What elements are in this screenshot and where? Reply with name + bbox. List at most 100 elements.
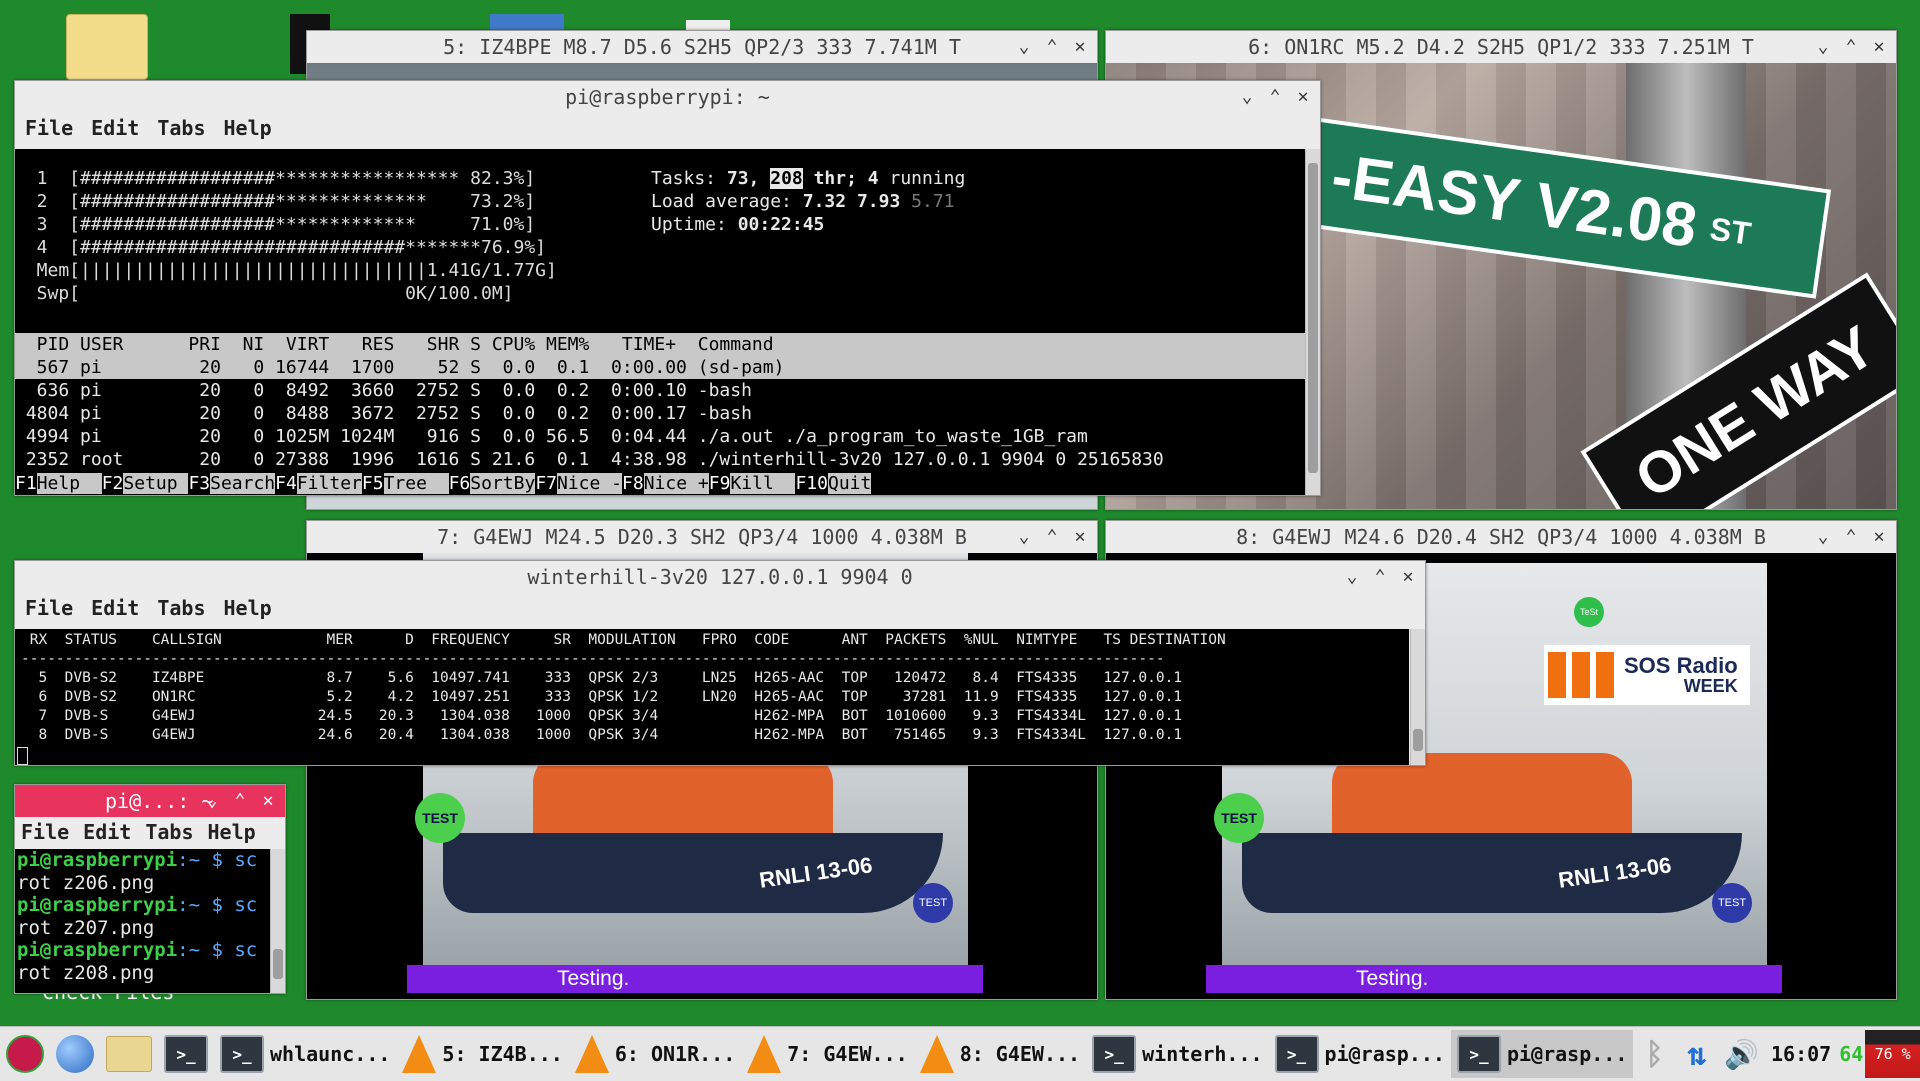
video-window-7-titlebar[interactable]: 7: G4EWJ M24.5 D20.3 SH2 QP3/4 1000 4.03… <box>307 521 1097 553</box>
menu-file[interactable]: File <box>21 820 69 844</box>
video-window-5-title: 5: IZ4BPE M8.7 D5.6 S2H5 QP2/3 333 7.741… <box>443 35 961 59</box>
file-manager-icon[interactable] <box>100 1030 158 1078</box>
fkey-f3[interactable]: F3Search <box>188 472 276 495</box>
menu-edit[interactable]: Edit <box>91 116 139 140</box>
winterhill-scrollbar-thumb[interactable] <box>1413 729 1423 751</box>
close-icon[interactable]: ✕ <box>1292 85 1314 107</box>
chevron-down-icon[interactable]: ⌄ <box>1812 525 1834 547</box>
fkey-f4[interactable]: F4Filter <box>275 472 362 495</box>
small-terminal-scrollbar[interactable] <box>270 849 285 993</box>
video-8-badge-text: TEST <box>1221 810 1257 826</box>
fkey-f9[interactable]: F9Kill <box>709 472 796 495</box>
winterhill-titlebar[interactable]: winterhill-3v20 127.0.0.1 9904 0 ⌄ ⌃ ✕ <box>15 561 1425 593</box>
htop-terminal-window[interactable]: pi@raspberrypi: ~ ⌄ ⌃ ✕ File Edit Tabs H… <box>14 80 1321 496</box>
fkey-f1[interactable]: F1Help <box>15 472 102 495</box>
video-window-5-titlebar[interactable]: 5: IZ4BPE M8.7 D5.6 S2H5 QP2/3 333 7.741… <box>307 31 1097 63</box>
chevron-up-icon[interactable]: ⌃ <box>1369 565 1391 587</box>
close-icon[interactable]: ✕ <box>1069 525 1091 547</box>
taskbar-item-vlc-8[interactable]: 8: G4EW... <box>914 1030 1086 1078</box>
fkey-f10[interactable]: F10Quit <box>795 472 872 495</box>
htop-scrollbar-thumb[interactable] <box>1308 163 1318 473</box>
menu-file[interactable]: File <box>25 116 73 140</box>
taskbar-item-pi-1[interactable]: >_ pi@rasp... <box>1269 1030 1451 1078</box>
volume-icon[interactable]: 🔊 <box>1718 1030 1765 1078</box>
taskbar-item-vlc-7[interactable]: 7: G4EW... <box>741 1030 913 1078</box>
cpu-meter-3: 3 [##################************* 71.0%… <box>15 214 536 235</box>
small-terminal-scrollbar-thumb[interactable] <box>273 949 283 979</box>
desktop-folder-icon[interactable] <box>66 14 148 80</box>
taskbar-item-vlc-5[interactable]: 5: IZ4B... <box>396 1030 568 1078</box>
menu-help[interactable]: Help <box>224 596 272 620</box>
menu-file[interactable]: File <box>25 596 73 620</box>
clock[interactable]: 16:07 <box>1765 1030 1837 1078</box>
chevron-up-icon[interactable]: ⌃ <box>1264 85 1286 107</box>
video-7-caption: Testing. <box>557 967 630 990</box>
chevron-down-icon[interactable]: ⌄ <box>201 789 223 811</box>
video-window-8-titlebar[interactable]: 8: G4EWJ M24.6 D20.4 SH2 QP3/4 1000 4.03… <box>1106 521 1896 553</box>
video-window-6-titlebar[interactable]: 6: ON1RC M5.2 D4.2 S2H5 QP1/2 333 7.251M… <box>1106 31 1896 63</box>
close-icon[interactable]: ✕ <box>1397 565 1419 587</box>
process-row[interactable]: 636 pi 20 0 8492 3660 2752 S 0.0 0.2 0:0… <box>15 379 1305 402</box>
chevron-up-icon[interactable]: ⌃ <box>1041 35 1063 57</box>
uptime-line: Uptime: 00:22:45 <box>651 213 965 236</box>
fkey-f8[interactable]: F8Nice + <box>622 472 709 495</box>
process-row[interactable]: 4804 pi 20 0 8488 3672 2752 S 0.0 0.2 0:… <box>15 402 1305 425</box>
web-browser-icon[interactable] <box>50 1030 100 1078</box>
fkey-f7[interactable]: F7Nice - <box>535 472 623 495</box>
chevron-up-icon[interactable]: ⌃ <box>229 789 251 811</box>
htop-window-title: pi@raspberrypi: ~ <box>565 85 770 109</box>
chevron-down-icon[interactable]: ⌄ <box>1341 565 1363 587</box>
fkey-f5[interactable]: F5Tree <box>362 472 449 495</box>
cpu-usage-graph[interactable]: 76 % <box>1865 1030 1920 1078</box>
menu-edit[interactable]: Edit <box>91 596 139 620</box>
chevron-up-icon[interactable]: ⌃ <box>1840 35 1862 57</box>
video-8-boat-hull: RNLI 13-06 <box>1242 833 1742 913</box>
menu-help[interactable]: Help <box>224 116 272 140</box>
menu-tabs[interactable]: Tabs <box>157 116 205 140</box>
chevron-down-icon[interactable]: ⌄ <box>1013 35 1035 57</box>
taskbar-item-pi-2[interactable]: >_ pi@rasp... <box>1450 1030 1634 1078</box>
close-icon[interactable]: ✕ <box>257 789 279 811</box>
load-15: 5.71 <box>911 191 955 212</box>
menu-tabs[interactable]: Tabs <box>145 820 193 844</box>
terminal-launcher-icon[interactable]: >_ <box>158 1030 214 1078</box>
uptime-label: Uptime: <box>651 214 727 235</box>
menu-tabs[interactable]: Tabs <box>157 596 205 620</box>
small-terminal-area[interactable]: pi@raspberrypi:~ $ sc rot z206.png pi@ra… <box>15 849 273 993</box>
chevron-up-icon[interactable]: ⌃ <box>1041 525 1063 547</box>
htop-scrollbar[interactable] <box>1305 149 1320 495</box>
bluetooth-icon[interactable]: ᛒ <box>1633 1030 1675 1078</box>
close-icon[interactable]: ✕ <box>1069 35 1091 57</box>
menu-help[interactable]: Help <box>208 820 256 844</box>
process-row[interactable]: 4994 pi 20 0 1025M 1024M 916 S 0.0 56.5 … <box>15 425 1305 448</box>
raspberry-menu-icon[interactable] <box>0 1030 50 1078</box>
winterhill-scrollbar[interactable] <box>1410 629 1425 765</box>
close-icon[interactable]: ✕ <box>1868 35 1890 57</box>
process-row[interactable]: 2352 root 20 0 27388 1996 1616 S 21.6 0.… <box>15 448 1305 471</box>
tasks-value: 73, <box>726 168 760 189</box>
small-terminal-titlebar[interactable]: pi@...: ~ ⌄ ⌃ ✕ <box>15 785 285 817</box>
htop-terminal-area[interactable]: 1 [##################***************** 8… <box>15 149 1305 495</box>
video-7-hull-text: RNLI 13-06 <box>758 852 875 893</box>
process-table-header[interactable]: PID USER PRI NI VIRT RES SHR S CPU% MEM%… <box>15 333 1305 356</box>
network-arrows-icon[interactable]: ⇅ <box>1676 1030 1718 1078</box>
htop-titlebar[interactable]: pi@raspberrypi: ~ ⌄ ⌃ ✕ <box>15 81 1320 113</box>
process-row-selected[interactable]: 567 pi 20 0 16744 1700 52 S 0.0 0.1 0:00… <box>15 356 1305 379</box>
taskbar-item-winterhill[interactable]: >_ winterh... <box>1086 1030 1268 1078</box>
video-8-small-badge-text: TeSt <box>1579 607 1598 617</box>
taskbar-item-whlaunch[interactable]: >_ whlaunc... <box>214 1030 396 1078</box>
winterhill-terminal-window[interactable]: winterhill-3v20 127.0.0.1 9904 0 ⌄ ⌃ ✕ F… <box>14 560 1426 766</box>
video-7-badge-text: TEST <box>422 810 458 826</box>
winterhill-terminal-area[interactable]: RX STATUS CALLSIGN MER D FREQUENCY SR MO… <box>15 629 1409 765</box>
taskbar-item-vlc-6[interactable]: 6: ON1R... <box>569 1030 741 1078</box>
video-8-boat-cabin <box>1332 753 1632 843</box>
chevron-down-icon[interactable]: ⌄ <box>1013 525 1035 547</box>
fkey-f2[interactable]: F2Setup <box>102 472 189 495</box>
close-icon[interactable]: ✕ <box>1868 525 1890 547</box>
fkey-f6[interactable]: F6SortBy <box>449 472 536 495</box>
chevron-down-icon[interactable]: ⌄ <box>1236 85 1258 107</box>
menu-edit[interactable]: Edit <box>83 820 131 844</box>
chevron-down-icon[interactable]: ⌄ <box>1812 35 1834 57</box>
chevron-up-icon[interactable]: ⌃ <box>1840 525 1862 547</box>
small-terminal-window[interactable]: pi@...: ~ ⌄ ⌃ ✕ File Edit Tabs Help pi@r… <box>14 784 286 994</box>
